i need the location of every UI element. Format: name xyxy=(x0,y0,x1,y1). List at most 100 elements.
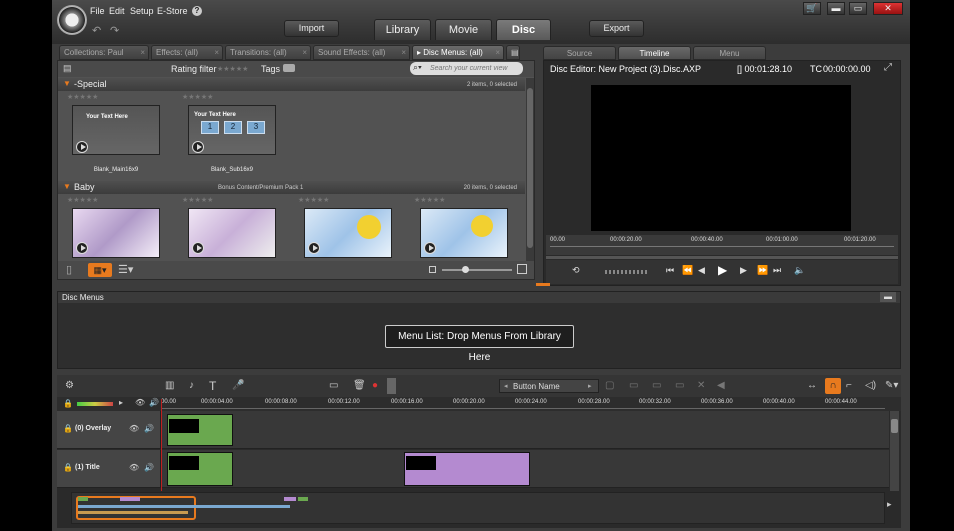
close-icon[interactable]: × xyxy=(495,46,500,59)
add-tab-button[interactable]: ▤ xyxy=(506,45,520,60)
library-tab-transitions[interactable]: Transitions: (all) × xyxy=(225,45,311,60)
eye-icon[interactable]: 👁 xyxy=(129,424,139,433)
collapse-icon[interactable]: ▼ xyxy=(63,181,71,193)
menu-clip[interactable] xyxy=(404,452,530,486)
button-type-icon[interactable]: ▢ xyxy=(605,380,614,391)
tab-library[interactable]: Library xyxy=(374,19,431,40)
voiceover-icon[interactable]: 🎤 xyxy=(232,380,244,391)
tools-icon[interactable]: ✎▾ xyxy=(885,380,898,391)
right-arrow-icon[interactable]: ▸ xyxy=(588,382,592,390)
play-icon[interactable] xyxy=(192,141,204,153)
menu-thumbnail-baby-2[interactable] xyxy=(188,208,276,258)
thumbnail-size-slider[interactable] xyxy=(442,266,512,273)
timeline-ruler[interactable]: 00.00 00:00:04.00 00:00:08.00 00:00:12.0… xyxy=(161,397,887,411)
play-icon[interactable] xyxy=(424,242,436,254)
cart-icon[interactable]: 🛒 xyxy=(803,2,821,15)
redo-icon[interactable]: ↷ xyxy=(110,24,119,37)
next-frame-icon[interactable]: ⏩ xyxy=(757,265,768,276)
menu-thumbnail-blank-main[interactable]: Your Text Here xyxy=(72,105,160,155)
preview-tab-timeline[interactable]: Timeline xyxy=(618,46,691,60)
play-track-icon[interactable]: ▸ xyxy=(119,398,123,407)
panel-splitter[interactable] xyxy=(536,283,550,286)
menu-thumbnail-baby-4[interactable] xyxy=(420,208,508,258)
library-tab-sound-effects[interactable]: Sound Effects: (all) × xyxy=(313,45,410,60)
menu-file[interactable]: File xyxy=(90,6,105,16)
link-icon[interactable]: ▭ xyxy=(629,380,638,391)
previous-frame-icon[interactable]: ⏪ xyxy=(682,265,693,276)
shuttle-control[interactable] xyxy=(605,270,649,274)
timeline-vertical-scrollbar[interactable] xyxy=(890,411,899,491)
help-icon[interactable]: ? xyxy=(192,6,202,16)
go-to-start-icon[interactable]: ⏮ xyxy=(666,265,674,276)
scrollbar-thumb[interactable] xyxy=(891,419,898,433)
back-icon[interactable]: ◀ xyxy=(717,380,725,391)
close-button[interactable]: ✕ xyxy=(873,2,903,15)
link-prev-icon[interactable]: ▭ xyxy=(675,380,684,391)
export-button[interactable]: Export xyxy=(589,20,644,37)
title-clip[interactable] xyxy=(167,452,233,486)
search-field[interactable]: ⌕▾ xyxy=(410,62,523,75)
audio-mixer-icon[interactable]: ▥ xyxy=(165,380,174,391)
overlay-clip[interactable] xyxy=(167,414,233,446)
playhead[interactable] xyxy=(161,399,162,491)
loop-icon[interactable]: ⟲ xyxy=(572,265,580,276)
link-next-icon[interactable]: ▭ xyxy=(652,380,661,391)
rating-stars[interactable]: ★★★★★ xyxy=(298,196,329,204)
step-back-icon[interactable]: ◀ xyxy=(698,265,705,276)
library-tab-disc-menus[interactable]: ▸ Disc Menus: (all) × xyxy=(412,45,504,60)
title-editor-icon[interactable]: T xyxy=(209,379,216,393)
left-arrow-icon[interactable]: ◂ xyxy=(504,382,508,390)
menu-setup[interactable]: Setup xyxy=(130,6,154,16)
collapse-icon[interactable]: ▼ xyxy=(63,78,71,90)
play-icon[interactable] xyxy=(76,242,88,254)
menu-edit[interactable]: Edit xyxy=(109,6,125,16)
trim-icon[interactable]: ⌐ xyxy=(846,380,852,391)
detail-view-icon[interactable]: ▯ xyxy=(66,263,72,276)
step-forward-icon[interactable]: ▶ xyxy=(740,265,747,276)
collapse-button[interactable]: ▬ xyxy=(880,292,896,302)
maximize-button[interactable]: ▭ xyxy=(849,2,867,15)
preview-ruler[interactable]: 00.00 00:00:20.00 00:00:40.00 00:01:00.0… xyxy=(546,235,898,255)
close-icon[interactable]: × xyxy=(214,46,219,59)
delete-icon[interactable]: 🗑 xyxy=(353,380,366,391)
thumbnail-view-icon[interactable]: ▦▾ xyxy=(88,263,112,277)
close-icon[interactable]: × xyxy=(401,46,406,59)
rating-stars[interactable]: ★★★★★ xyxy=(67,93,98,101)
undo-icon[interactable]: ↶ xyxy=(92,24,101,37)
library-scrollbar[interactable] xyxy=(526,78,534,261)
tab-disc[interactable]: Disc xyxy=(496,19,551,40)
search-input[interactable] xyxy=(430,63,518,74)
magnet-icon[interactable]: ∩ xyxy=(825,378,841,394)
eye-icon[interactable]: 👁 xyxy=(129,463,139,472)
zoom-in-icon[interactable] xyxy=(517,264,527,274)
menu-thumbnail-baby-1[interactable] xyxy=(72,208,160,258)
preview-tab-menu[interactable]: Menu xyxy=(693,46,766,60)
close-icon[interactable]: × xyxy=(140,46,145,59)
play-icon[interactable] xyxy=(308,242,320,254)
slider-thumb[interactable] xyxy=(462,266,469,273)
timeline-navigator[interactable] xyxy=(71,492,885,524)
rating-stars[interactable]: ★★★★★ xyxy=(182,93,213,101)
group-header-special[interactable]: ▼ -Special 2 items, 0 selected xyxy=(58,78,525,91)
menu-thumbnail-baby-3[interactable] xyxy=(304,208,392,258)
menu-estore[interactable]: E-Store xyxy=(157,6,188,16)
menu-drop-zone[interactable]: Menu List: Drop Menus From Library Here xyxy=(385,325,574,363)
scrollbar-thumb[interactable] xyxy=(527,88,533,248)
preview-scrub-bar[interactable] xyxy=(546,256,898,259)
library-menu-icon[interactable]: ▤ xyxy=(63,63,72,74)
library-tab-effects[interactable]: Effects: (all) × xyxy=(151,45,223,60)
play-icon[interactable] xyxy=(76,141,88,153)
scorefitter-icon[interactable]: ♪ xyxy=(189,380,194,391)
zoom-out-icon[interactable] xyxy=(429,266,436,273)
tags-toggle[interactable] xyxy=(283,64,295,72)
list-view-icon[interactable]: ☰▾ xyxy=(118,263,133,276)
group-header-baby[interactable]: ▼ Baby Bonus Content/Premium Pack 1 20 i… xyxy=(58,181,525,194)
menu-thumbnail-blank-sub[interactable]: Your Text Here 1 2 3 xyxy=(188,105,276,155)
rating-stars[interactable]: ★★★★★ xyxy=(414,196,445,204)
zoom-fit-icon[interactable]: ↔ xyxy=(807,380,817,391)
minimize-button[interactable]: ▬ xyxy=(827,2,845,15)
volume-icon[interactable]: 🔈 xyxy=(794,265,805,276)
fullscreen-icon[interactable]: ⤢ xyxy=(884,62,892,73)
speaker-icon[interactable]: 🔊 xyxy=(149,398,159,407)
lock-icon[interactable]: 🔒 xyxy=(63,424,73,433)
